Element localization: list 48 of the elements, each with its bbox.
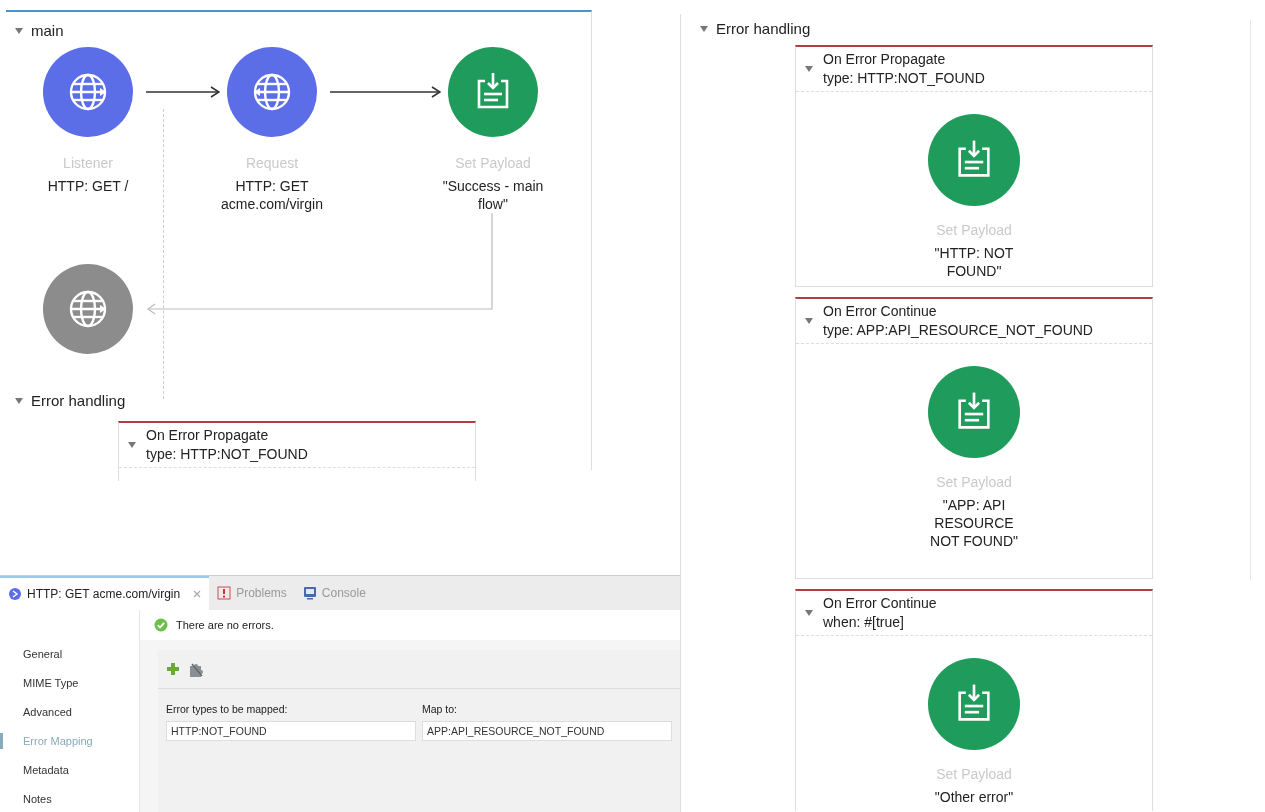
- globe-node-icon[interactable]: [43, 264, 133, 354]
- warning-sheet-icon: [217, 586, 232, 600]
- collapse-triangle-icon[interactable]: [14, 25, 24, 36]
- download-tray-node-icon[interactable]: [928, 114, 1020, 206]
- handler-condition: type: HTTP:NOT_FOUND: [146, 445, 308, 464]
- column-header: Map to:: [422, 703, 459, 715]
- mapping-field[interactable]: APP:API_RESOURCE_NOT_FOUND: [422, 721, 672, 741]
- section-link[interactable]: Metadata: [0, 762, 139, 778]
- collapse-triangle-icon[interactable]: [804, 64, 814, 74]
- handler-condition: when: #[true]: [823, 613, 905, 632]
- collapse-triangle-icon[interactable]: [127, 440, 137, 450]
- node-label: HTTP: GET acme.com/virgin: [220, 177, 324, 213]
- handler-title: On Error Continue: [823, 594, 937, 613]
- close-icon[interactable]: [193, 590, 202, 598]
- handler-title: On Error Continue: [823, 302, 938, 321]
- column-header: Error types to be mapped:: [166, 703, 289, 715]
- section-link[interactable]: Advanced: [0, 704, 139, 720]
- section-link[interactable]: General: [0, 646, 139, 662]
- globe-node-icon[interactable]: [227, 47, 317, 137]
- section-title: Error handling: [716, 20, 811, 37]
- download-tray-node-icon[interactable]: [928, 366, 1020, 458]
- mapping-field[interactable]: HTTP:NOT_FOUND: [166, 721, 416, 741]
- flow-title: main: [31, 22, 64, 39]
- node-label: "Other error": [934, 788, 1014, 806]
- collapse-triangle-icon[interactable]: [804, 608, 814, 618]
- collapse-triangle-icon[interactable]: [14, 395, 24, 406]
- handler-title: On Error Propagate: [823, 50, 947, 69]
- monitor-icon: [302, 586, 317, 600]
- check-circle-icon: [154, 618, 168, 632]
- node-label: "HTTP: NOT FOUND": [933, 244, 1015, 280]
- collapse-triangle-icon[interactable]: [699, 23, 709, 34]
- node-label: HTTP: GET /: [47, 177, 129, 195]
- node-label: "Success - main flow": [441, 177, 545, 213]
- puzzle-piece-icon[interactable]: [188, 662, 204, 678]
- section-link[interactable]: Notes: [0, 791, 139, 807]
- section-link[interactable]: MIME Type: [0, 675, 139, 691]
- section-title: Error handling: [31, 392, 126, 409]
- download-tray-node-icon[interactable]: [928, 658, 1020, 750]
- handler-title: On Error Propagate: [146, 426, 270, 445]
- panel-tab[interactable]: HTTP: GET acme.com/virgin: [0, 576, 210, 610]
- status-message: There are no errors.: [176, 619, 274, 631]
- plus-icon[interactable]: [166, 662, 180, 676]
- download-tray-node-icon[interactable]: [448, 47, 538, 137]
- handler-condition: type: HTTP:NOT_FOUND: [823, 69, 985, 88]
- globe-node-icon[interactable]: [43, 47, 133, 137]
- node-label: "APP: API RESOURCE NOT FOUND": [929, 496, 1019, 550]
- collapse-triangle-icon[interactable]: [804, 316, 814, 326]
- handler-condition: type: APP:API_RESOURCE_NOT_FOUND: [823, 321, 1093, 340]
